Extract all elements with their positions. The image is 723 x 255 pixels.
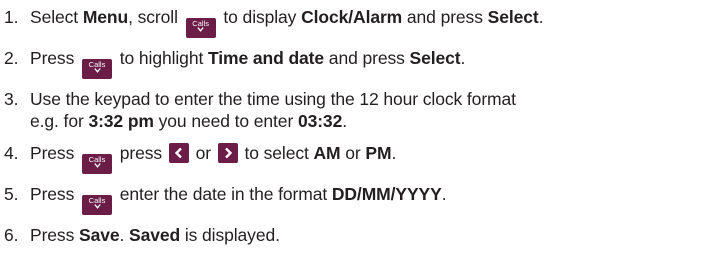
calls-down-key-icon: Calls	[82, 154, 112, 174]
text: and press	[324, 48, 410, 68]
text: .	[460, 48, 466, 68]
text: .	[538, 7, 544, 27]
step-number: 5.	[4, 184, 19, 204]
calls-key-label: Calls	[88, 155, 106, 164]
text: or	[190, 143, 216, 163]
text: .	[342, 111, 347, 131]
step-3: 3. Use the keypad to enter the time usin…	[4, 88, 720, 132]
step-1: 1. Select Menu, scroll Calls to display …	[4, 6, 720, 38]
text: is displayed.	[180, 225, 280, 245]
step-number: 3.	[4, 89, 19, 109]
calls-key-label: Calls	[192, 19, 209, 28]
select-term: Select	[487, 7, 539, 27]
step-text-line-2: e.g. for 3:32 pm you need to enter 03:32…	[30, 110, 720, 132]
step-4: 4. Press Calls press or to select AM or …	[4, 142, 720, 174]
text: and press	[402, 7, 488, 27]
text: press	[115, 143, 167, 163]
time-and-date-term: Time and date	[207, 48, 325, 68]
text: .	[119, 225, 130, 245]
text: to highlight	[115, 48, 208, 68]
text: Press	[30, 143, 79, 163]
step-text: Use the keypad to enter the time using t…	[30, 88, 720, 110]
step-text: Press Save. Saved is displayed.	[30, 224, 720, 246]
example-entry: 03:32	[297, 111, 343, 131]
step-text: Press Calls enter the date in the format…	[30, 183, 720, 215]
text: Select	[30, 7, 83, 27]
text: e.g. for	[30, 111, 89, 131]
step-number: 4.	[4, 143, 19, 163]
clock-alarm-term: Clock/Alarm	[301, 7, 403, 27]
instruction-steps: 1. Select Menu, scroll Calls to display …	[4, 6, 720, 255]
calls-down-key-icon: Calls	[82, 59, 112, 79]
step-number: 6.	[4, 225, 19, 245]
select-term: Select	[409, 48, 461, 68]
text: .	[391, 143, 397, 163]
calls-down-key-icon: Calls	[185, 18, 216, 38]
step-text: Select Menu, scroll Calls to display Clo…	[30, 6, 720, 38]
right-arrow-key-icon	[217, 143, 238, 163]
step-text: Press Calls press or to select AM or PM.	[30, 142, 720, 174]
text: to select	[239, 143, 314, 163]
step-5: 5. Press Calls enter the date in the for…	[4, 183, 720, 215]
saved-term: Saved	[129, 225, 181, 245]
text: you need to enter	[153, 111, 298, 131]
text: Press	[30, 225, 79, 245]
text: .	[441, 184, 447, 204]
menu-term: Menu	[82, 7, 129, 27]
text: or	[340, 143, 366, 163]
step-number: 1.	[4, 7, 19, 27]
calls-key-label: Calls	[88, 60, 106, 69]
step-6: 6. Press Save. Saved is displayed.	[4, 224, 720, 246]
text: enter the date in the format	[115, 184, 332, 204]
pm-term: PM	[365, 143, 392, 163]
example-time: 3:32 pm	[88, 111, 154, 131]
step-2: 2. Press Calls to highlight Time and dat…	[4, 47, 720, 79]
text: Press	[30, 48, 79, 68]
save-term: Save	[79, 225, 120, 245]
step-text: Press Calls to highlight Time and date a…	[30, 47, 720, 79]
step-number: 2.	[4, 48, 19, 68]
instruction-page: 1. Select Menu, scroll Calls to display …	[0, 0, 723, 255]
text: to display	[218, 7, 302, 27]
left-arrow-key-icon	[168, 143, 189, 163]
am-term: AM	[313, 143, 341, 163]
calls-key-label: Calls	[88, 196, 106, 205]
calls-down-key-icon: Calls	[82, 195, 112, 215]
text: Use the keypad to enter the time using t…	[30, 89, 516, 109]
text: , scroll	[128, 7, 183, 27]
text: Press	[30, 184, 79, 204]
date-format-term: DD/MM/YYYY	[331, 184, 442, 204]
